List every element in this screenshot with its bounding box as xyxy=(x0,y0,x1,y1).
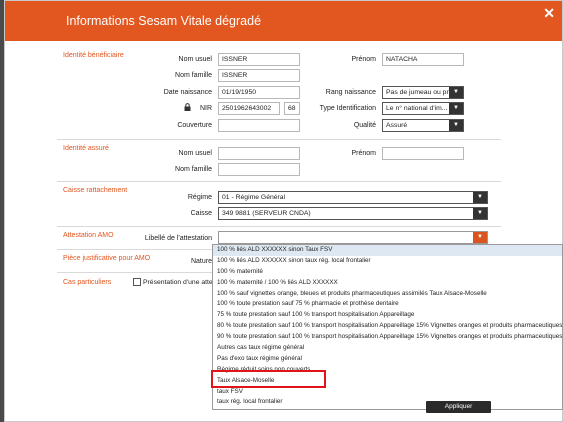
assure-nom-famille-field[interactable] xyxy=(218,163,300,176)
dropdown-option[interactable]: 90 % toute prestation sauf 100 % transpo… xyxy=(213,332,562,343)
date-naissance-field[interactable]: 01/19/1950 xyxy=(218,86,300,99)
dropdown-option[interactable]: 100 % maternité / 100 % liés ALD XXXXXX xyxy=(213,278,562,289)
dialog-title: Informations Sesam Vitale dégradé xyxy=(66,14,262,28)
dropdown-option[interactable]: 100 % toute prestation sauf 75 % pharmac… xyxy=(213,299,562,310)
dropdown-option[interactable]: 100 % sauf vignettes orange, bleues et p… xyxy=(213,289,562,300)
dropdown-option[interactable]: 80 % toute prestation sauf 100 % transpo… xyxy=(213,321,562,332)
qualite-select[interactable]: Assuré ▼ xyxy=(382,119,464,132)
chevron-down-icon[interactable]: ▼ xyxy=(449,120,463,131)
chevron-down-icon[interactable]: ▼ xyxy=(473,192,487,203)
chevron-down-icon[interactable]: ▼ xyxy=(449,103,463,114)
qualite-label: Qualité xyxy=(353,122,376,129)
lock-icon xyxy=(184,103,191,111)
section-attestation-amo: Attestation AMO xyxy=(63,232,114,239)
dropdown-option[interactable]: taux rég. local frontalier xyxy=(213,397,562,408)
highlight-box xyxy=(211,370,326,388)
section-caisse: Caisse rattachement xyxy=(63,187,128,194)
nature-label: Nature xyxy=(190,258,212,265)
divider xyxy=(57,181,501,182)
dropdown-option[interactable]: 75 % toute prestation sauf 100 % transpo… xyxy=(213,310,562,321)
prenom-field[interactable]: NATACHA xyxy=(382,53,464,66)
assure-nom-usuel-label: Nom usuel xyxy=(178,150,212,157)
rang-naissance-value: Pas de jumeau ou pr... xyxy=(386,89,455,96)
regime-label: Régime xyxy=(187,194,212,201)
divider xyxy=(57,226,501,227)
date-naissance-label: Date naissance xyxy=(163,89,212,96)
rang-naissance-select[interactable]: Pas de jumeau ou pr... ▼ xyxy=(382,86,464,99)
prenom-label: Prénom xyxy=(351,56,376,63)
assure-nom-usuel-field[interactable] xyxy=(218,147,300,160)
caisse-value: 349 9881 (SERVEUR CNDA) xyxy=(222,210,311,217)
type-identification-value: Le n° national d'im... xyxy=(386,105,448,112)
type-identification-label: Type Identification xyxy=(319,105,376,112)
dropdown-option[interactable]: 100 % liés ALD XXXXXX sinon taux rég. lo… xyxy=(213,256,562,267)
nom-famille-field[interactable]: ISSNER xyxy=(218,69,300,82)
assure-nom-famille-label: Nom famille xyxy=(175,166,212,173)
libelle-attestation-select[interactable]: ▼ xyxy=(218,231,488,244)
apply-button[interactable]: Appliquer xyxy=(426,401,491,413)
nom-usuel-label: Nom usuel xyxy=(178,56,212,63)
couverture-label: Couverture xyxy=(177,122,212,129)
nir-label: NIR xyxy=(199,105,212,112)
qualite-value: Assuré xyxy=(386,122,408,129)
nom-usuel-field[interactable]: ISSNER xyxy=(218,53,300,66)
dropdown-option[interactable]: taux FSV xyxy=(213,387,562,398)
regime-value: 01 - Régime Général xyxy=(222,194,286,201)
caisse-label: Caisse xyxy=(190,210,212,217)
nom-famille-label: Nom famille xyxy=(175,72,212,79)
dropdown-option[interactable]: Pas d'exo taux régime général xyxy=(213,354,562,365)
presentation-attestation-checkbox[interactable] xyxy=(133,278,141,286)
dropdown-option[interactable]: Autres cas taux régime général xyxy=(213,343,562,354)
assure-prenom-field[interactable] xyxy=(382,147,464,160)
nir-cle-field[interactable]: 68 xyxy=(284,102,300,115)
caisse-select[interactable]: 349 9881 (SERVEUR CNDA) ▼ xyxy=(218,207,488,220)
divider xyxy=(57,139,501,140)
chevron-down-icon[interactable]: ▼ xyxy=(473,208,487,219)
type-identification-select[interactable]: Le n° national d'im... ▼ xyxy=(382,102,464,115)
couverture-field[interactable] xyxy=(218,119,300,132)
rang-naissance-label: Rang naissance xyxy=(325,89,376,96)
section-cas-particuliers: Cas particuliers xyxy=(63,279,112,286)
dropdown-option[interactable]: 100 % liés ALD XXXXXX sinon Taux FSV xyxy=(213,245,562,256)
chevron-down-icon[interactable]: ▼ xyxy=(449,87,463,98)
section-beneficiaire: Identité bénéficiaire xyxy=(63,52,124,59)
regime-select[interactable]: 01 - Régime Général ▼ xyxy=(218,191,488,204)
presentation-attestation-label: Présentation d'une attesta xyxy=(143,279,212,286)
close-icon[interactable]: ✕ xyxy=(543,5,555,22)
dropdown-option[interactable]: 100 % maternité xyxy=(213,267,562,278)
libelle-attestation-label: Libellé de l'attestation xyxy=(144,235,212,242)
nir-field[interactable]: 2501962643002 xyxy=(218,102,280,115)
section-assure: Identité assuré xyxy=(63,145,109,152)
divider xyxy=(57,249,212,250)
section-piece-justificative: Pièce justificative pour AMO xyxy=(63,255,151,262)
dialog-titlebar: Informations Sesam Vitale dégradé ✕ xyxy=(5,1,562,41)
chevron-down-icon[interactable]: ▼ xyxy=(473,232,487,243)
assure-prenom-label: Prénom xyxy=(351,150,376,157)
divider xyxy=(57,272,212,273)
